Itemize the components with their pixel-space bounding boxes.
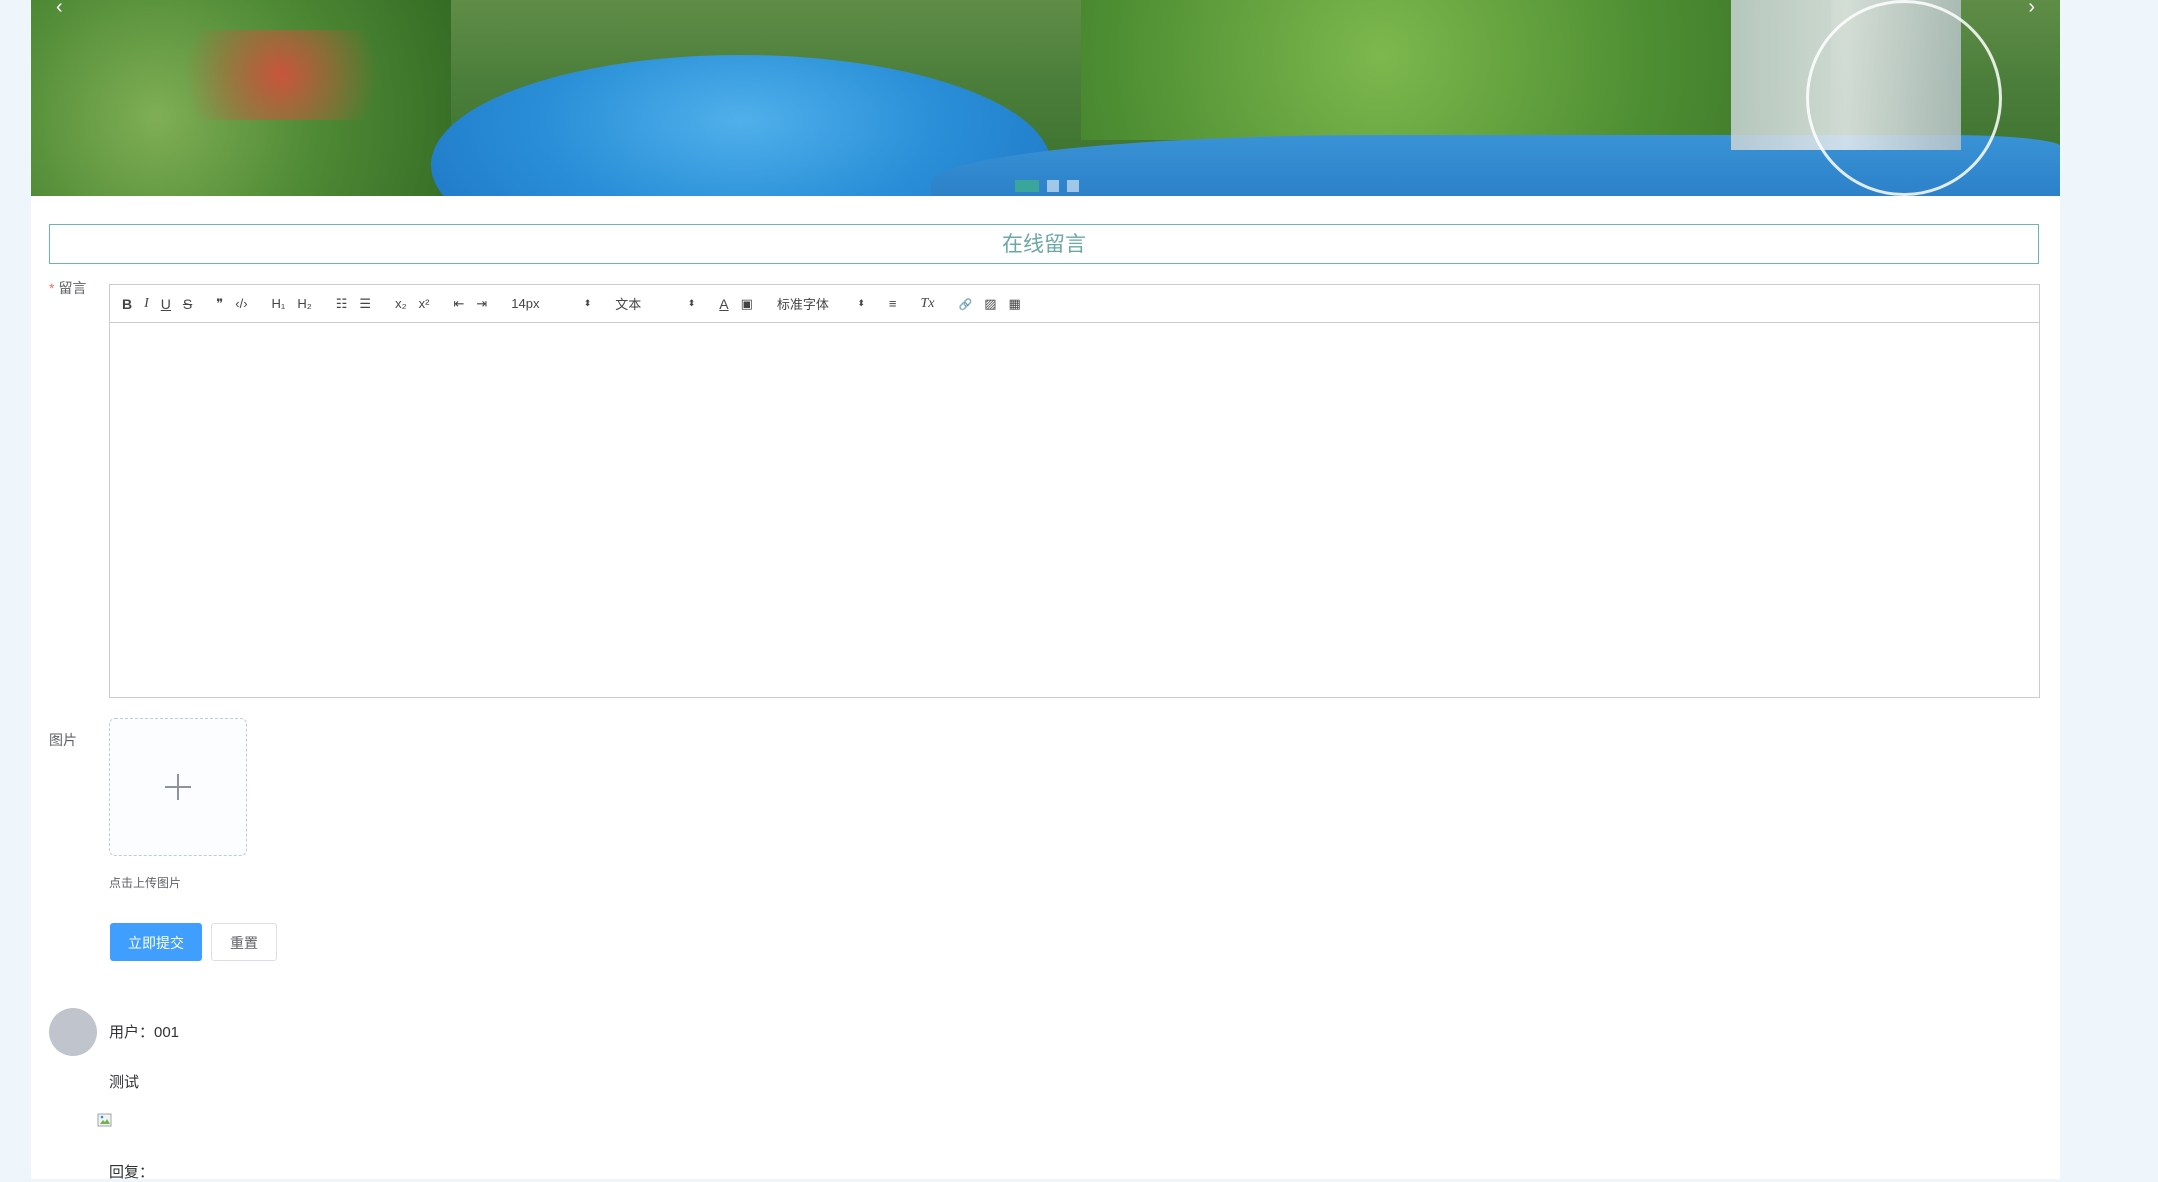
- align-button[interactable]: ≡: [889, 296, 897, 311]
- code-block-button[interactable]: ‹/›: [235, 296, 247, 311]
- text-color-button[interactable]: A: [719, 296, 728, 312]
- subscript-button[interactable]: x₂: [395, 296, 407, 311]
- editor-content-area[interactable]: [110, 323, 2039, 697]
- carousel-next-arrow[interactable]: ›: [2028, 0, 2035, 17]
- banner-carousel[interactable]: ‹ ›: [31, 0, 2060, 196]
- blockquote-button[interactable]: ❞: [216, 296, 223, 312]
- carousel-dot-1[interactable]: [1015, 180, 1039, 192]
- carousel-prev-arrow[interactable]: ‹: [56, 0, 63, 17]
- strike-button[interactable]: S: [183, 296, 192, 312]
- link-button[interactable]: 🔗: [959, 296, 973, 311]
- image-upload-box[interactable]: [109, 718, 247, 856]
- italic-button[interactable]: I: [144, 295, 149, 312]
- bullet-list-button[interactable]: ☰: [359, 296, 371, 312]
- superscript-button[interactable]: x²: [419, 296, 430, 311]
- carousel-dot-2[interactable]: [1047, 180, 1059, 192]
- section-title: 在线留言: [49, 224, 2039, 264]
- bold-button[interactable]: B: [122, 296, 132, 312]
- chevron-updown-icon: ⬍: [687, 298, 696, 308]
- header-1-button[interactable]: H₁: [272, 296, 286, 311]
- font-family-value: 标准字体: [776, 297, 829, 312]
- chevron-updown-icon: ⬍: [857, 298, 865, 308]
- image-button[interactable]: ▨: [984, 296, 996, 312]
- image-label: 图片: [49, 732, 77, 748]
- banner-flowers: [151, 30, 411, 120]
- comment-user: 用户：001: [109, 1024, 180, 1041]
- message-label: * 留言: [49, 278, 86, 298]
- header-select-value: 文本: [615, 297, 642, 312]
- background-color-button[interactable]: ▣: [741, 296, 753, 312]
- underline-button[interactable]: U: [161, 296, 171, 312]
- video-button[interactable]: ▦: [1009, 296, 1021, 312]
- carousel-dot-3[interactable]: [1067, 180, 1079, 192]
- ordered-list-button[interactable]: ☷: [336, 296, 348, 312]
- required-mark: *: [49, 280, 55, 296]
- editor-toolbar: B I U S ❞ ‹/› H₁ H₂ ☷ ☰ x₂ x² ⇤ ⇥ 14px ⬍…: [110, 285, 2039, 323]
- clean-format-button[interactable]: Tx: [921, 295, 935, 312]
- link-icon: 🔗: [958, 299, 973, 311]
- plus-icon: [165, 774, 191, 800]
- font-family-select[interactable]: 标准字体 ⬍: [777, 294, 865, 313]
- carousel-indicators: [1015, 180, 1079, 192]
- page-container: ‹ › 在线留言 * 留言 B I U S ❞ ‹/› H₁ H₂ ☷ ☰ x₂ …: [31, 0, 2060, 1181]
- header-2-button[interactable]: H₂: [297, 296, 311, 311]
- submit-button[interactable]: 立即提交: [110, 923, 202, 961]
- avatar: [49, 1008, 97, 1056]
- outdent-button[interactable]: ⇤: [453, 296, 464, 312]
- image-icon: ▨: [984, 295, 997, 311]
- banner-ferris-wheel: [1806, 0, 2002, 196]
- broken-image-icon: [97, 1113, 112, 1127]
- font-size-select[interactable]: 14px ⬍: [511, 296, 591, 311]
- chevron-updown-icon: ⬍: [583, 298, 592, 308]
- message-label-text: 留言: [58, 280, 87, 296]
- header-select[interactable]: 文本 ⬍: [615, 294, 695, 313]
- reset-button[interactable]: 重置: [211, 923, 277, 961]
- rich-text-editor: B I U S ❞ ‹/› H₁ H₂ ☷ ☰ x₂ x² ⇤ ⇥ 14px ⬍…: [109, 284, 2040, 698]
- video-icon: ▦: [1008, 295, 1021, 311]
- indent-button[interactable]: ⇥: [476, 296, 487, 312]
- banner-trees: [1081, 0, 1831, 140]
- comment-text: 测试: [109, 1074, 140, 1091]
- font-size-value: 14px: [511, 296, 540, 311]
- upload-tip: 点击上传图片: [109, 876, 182, 890]
